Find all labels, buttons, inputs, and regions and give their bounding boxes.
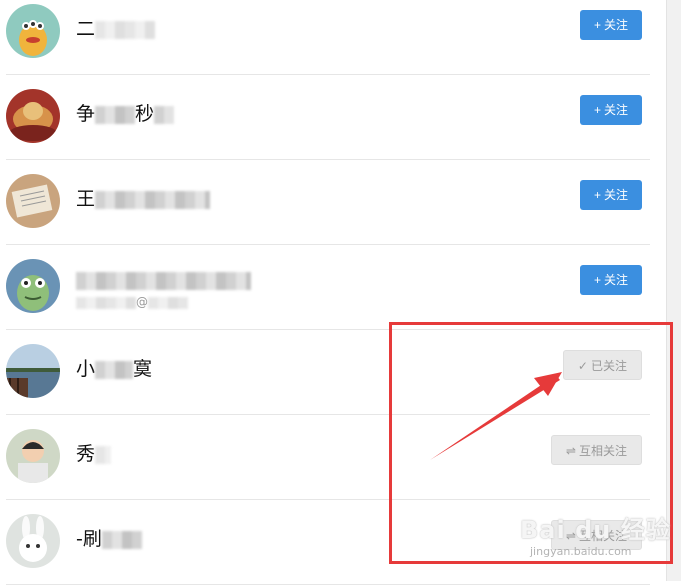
list-item: 争秒 + 关注: [6, 75, 650, 160]
bunny-avatar[interactable]: [6, 514, 60, 568]
list-item: @ + 关注: [6, 245, 650, 330]
user-name[interactable]: 秀: [76, 439, 112, 466]
follow-button[interactable]: + 关注: [579, 180, 642, 210]
plus-icon: +: [593, 103, 601, 117]
plus-icon: +: [593, 18, 601, 32]
watermark-url: jingyan.baidu.com: [530, 545, 632, 558]
watermark-logo: Bai du 经验: [520, 516, 671, 544]
frog-avatar[interactable]: [6, 259, 60, 313]
follow-button[interactable]: + 关注: [579, 10, 642, 40]
plus-icon: +: [593, 188, 601, 202]
user-name[interactable]: 王: [76, 184, 211, 211]
monster-avatar[interactable]: [6, 4, 60, 58]
lake-avatar[interactable]: [6, 344, 60, 398]
user-name[interactable]: -刷: [76, 524, 142, 551]
user-name[interactable]: 争秒: [76, 99, 175, 126]
user-name[interactable]: 二: [76, 14, 156, 41]
plus-icon: +: [593, 273, 601, 287]
list-item: 王 + 关注: [6, 160, 650, 245]
follow-button[interactable]: + 关注: [579, 265, 642, 295]
food-avatar[interactable]: [6, 89, 60, 143]
user-subtitle: @: [76, 295, 188, 309]
child-avatar[interactable]: [6, 429, 60, 483]
book-avatar[interactable]: [6, 174, 60, 228]
user-name[interactable]: 小寞: [76, 354, 152, 381]
follow-button[interactable]: + 关注: [579, 95, 642, 125]
list-item: 二 + 关注: [6, 0, 650, 75]
user-name[interactable]: [76, 269, 251, 291]
